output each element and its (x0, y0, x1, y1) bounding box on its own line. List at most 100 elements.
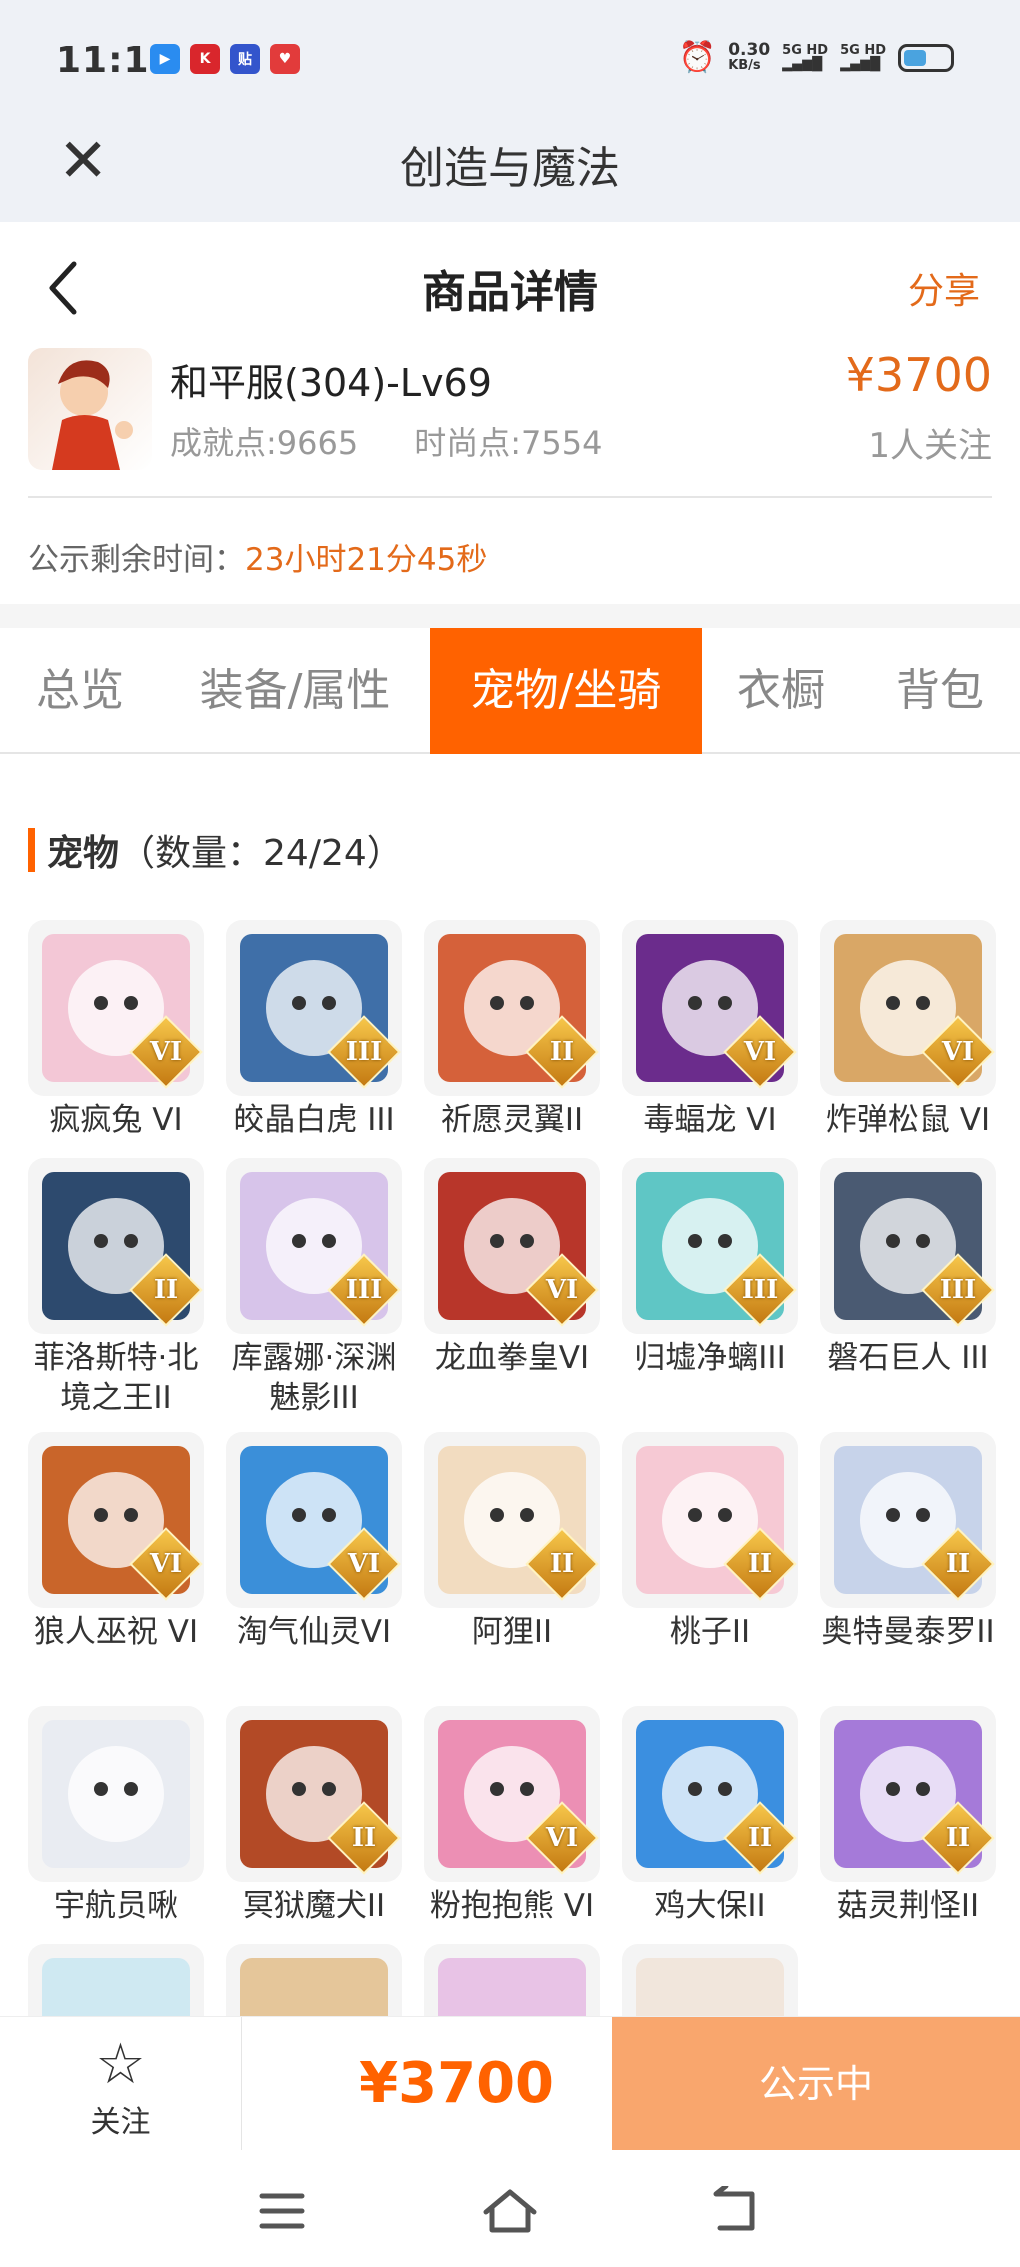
app-title: 创造与魔法 (400, 143, 620, 194)
pet-name: 皎晶白虎 III (233, 1102, 395, 1138)
pet-card[interactable]: II 阿狸II (424, 1432, 600, 1652)
pet-grade: III (345, 1275, 383, 1305)
pet-name: 炸弹松鼠 VI (825, 1102, 991, 1138)
page-title: 商品详情 (422, 267, 598, 318)
pet-name: 归墟净螭III (634, 1340, 786, 1376)
bottom-action-bar: ☆ 关注 ¥3700 公示中 (0, 2016, 1020, 2151)
follow-label: 关注 (90, 2105, 151, 2140)
tab-overview[interactable]: 总览 (0, 628, 160, 754)
pet-name: 桃子II (669, 1614, 751, 1650)
pet-card[interactable]: II 祈愿灵翼II (424, 920, 600, 1140)
tab-pets-mounts[interactable]: 宠物/坐骑 (430, 628, 702, 754)
product-name: 和平服(304)-Lv69 (170, 361, 492, 405)
back-icon[interactable] (706, 2186, 766, 2236)
pet-card[interactable] (226, 1944, 402, 2016)
pet-card[interactable]: II 奥特曼泰罗II (820, 1432, 996, 1652)
pet-grade: II (747, 1823, 773, 1853)
share-button[interactable]: 分享 (908, 262, 980, 314)
pet-name: 冥狱魔犬II (242, 1888, 386, 1924)
pet-image (622, 1944, 798, 2016)
pet-card[interactable]: VI 毒蝠龙 VI (622, 920, 798, 1140)
pet-card[interactable]: II 菇灵荆怪II (820, 1706, 996, 1926)
pet-grade: VI (149, 1037, 183, 1067)
character-avatar (28, 348, 152, 470)
pet-portrait (438, 1958, 586, 2016)
status-indicators: ⏰ 0.30 KB/s 5G HD ▂▄▆█ 5G HD ▂▄▆█ (679, 40, 954, 75)
app-titlebar: ✕ 创造与魔法 (0, 110, 1020, 222)
net-speed: 0.30 (728, 39, 771, 60)
pet-name: 库露娜·深渊魅影III (231, 1340, 397, 1416)
pet-card[interactable]: III 归墟净螭III (622, 1158, 798, 1378)
pet-grade: II (945, 1823, 971, 1853)
home-icon[interactable] (480, 2186, 540, 2236)
section-gap (0, 604, 1020, 628)
pet-grade: II (549, 1549, 575, 1579)
follow-button[interactable]: ☆ 关注 (0, 2017, 242, 2151)
pet-image: II (622, 1706, 798, 1882)
status-app-icons: ▶ K 贴 ♥ (150, 44, 300, 74)
pet-name: 淘气仙灵VI (236, 1614, 392, 1650)
pet-name: 祈愿灵翼II (440, 1102, 584, 1138)
pet-card[interactable]: II 桃子II (622, 1432, 798, 1652)
pet-image: III (622, 1158, 798, 1334)
divider (28, 496, 992, 498)
pet-name: 毒蝠龙 VI (643, 1102, 777, 1138)
pet-image: II (622, 1432, 798, 1608)
pet-grade: III (741, 1275, 779, 1305)
tab-backpack[interactable]: 背包 (860, 628, 1020, 754)
pet-name: 菇灵荆怪II (836, 1888, 980, 1924)
pet-name: 疯疯兔 VI (49, 1102, 183, 1138)
pet-grade: VI (545, 1275, 579, 1305)
tab-wardrobe[interactable]: 衣橱 (702, 628, 860, 754)
status-button[interactable]: 公示中 (612, 2017, 1020, 2151)
pet-name: 阿狸II (471, 1614, 553, 1650)
pet-image: III (226, 1158, 402, 1334)
notice-label: 公示剩余时间： (28, 542, 245, 578)
pet-image: VI (28, 1432, 204, 1608)
pet-grade: II (351, 1823, 377, 1853)
pet-image (28, 1944, 204, 2016)
pet-card[interactable]: II 菲洛斯特·北境之王II (28, 1158, 204, 1418)
pet-card[interactable] (28, 1944, 204, 2016)
pet-card[interactable]: VI 狼人巫祝 VI (28, 1432, 204, 1652)
bottom-price: ¥3700 (359, 2051, 554, 2116)
pet-grade: II (549, 1037, 575, 1067)
pet-image: II (424, 1432, 600, 1608)
pet-card[interactable] (424, 1944, 600, 2016)
pet-image: II (820, 1706, 996, 1882)
sticker-app-icon: 贴 (230, 44, 260, 74)
pet-card[interactable]: III 皎晶白虎 III (226, 920, 402, 1140)
pet-card[interactable]: VI 粉抱抱熊 VI (424, 1706, 600, 1926)
pet-card[interactable]: II 冥狱魔犬II (226, 1706, 402, 1926)
pet-card[interactable] (622, 1944, 798, 2016)
product-summary: 和平服(304)-Lv69 成就点:9665 时尚点:7554 ¥3700 1人… (28, 348, 992, 498)
pet-image: VI (820, 920, 996, 1096)
pet-image: II (226, 1706, 402, 1882)
tab-equipment[interactable]: 装备/属性 (160, 628, 430, 754)
pet-card[interactable]: 宇航员啾 (28, 1706, 204, 1926)
pet-grade: II (747, 1549, 773, 1579)
pet-portrait (42, 1958, 190, 2016)
pets-title: 宠物 (47, 833, 120, 874)
achievement-points: 成就点:9665 (170, 424, 359, 462)
pet-card[interactable]: VI 炸弹松鼠 VI (820, 920, 996, 1140)
pet-image: III (226, 920, 402, 1096)
pet-portrait (636, 1958, 784, 2016)
pet-card[interactable]: VI 龙血拳皇VI (424, 1158, 600, 1378)
signal-bars-icon: ▂▄▆█ (840, 56, 881, 72)
menu-icon[interactable] (252, 2186, 312, 2236)
net-speed-unit: KB/s (728, 57, 761, 73)
gift-app-icon: ♥ (270, 44, 300, 74)
pet-image: II (28, 1158, 204, 1334)
pet-card[interactable]: VI 疯疯兔 VI (28, 920, 204, 1140)
app-notification-icon: ▶ (150, 44, 180, 74)
pet-name: 菲洛斯特·北境之王II (33, 1340, 199, 1416)
pet-name: 鸡大保II (654, 1888, 766, 1924)
pet-card[interactable]: III 库露娜·深渊魅影III (226, 1158, 402, 1418)
star-icon: ☆ (95, 2032, 146, 2097)
pet-image: VI (622, 920, 798, 1096)
pet-card[interactable]: II 鸡大保II (622, 1706, 798, 1926)
pet-card[interactable]: VI 淘气仙灵VI (226, 1432, 402, 1652)
pet-grade: VI (347, 1549, 381, 1579)
pet-card[interactable]: III 磐石巨人 III (820, 1158, 996, 1378)
